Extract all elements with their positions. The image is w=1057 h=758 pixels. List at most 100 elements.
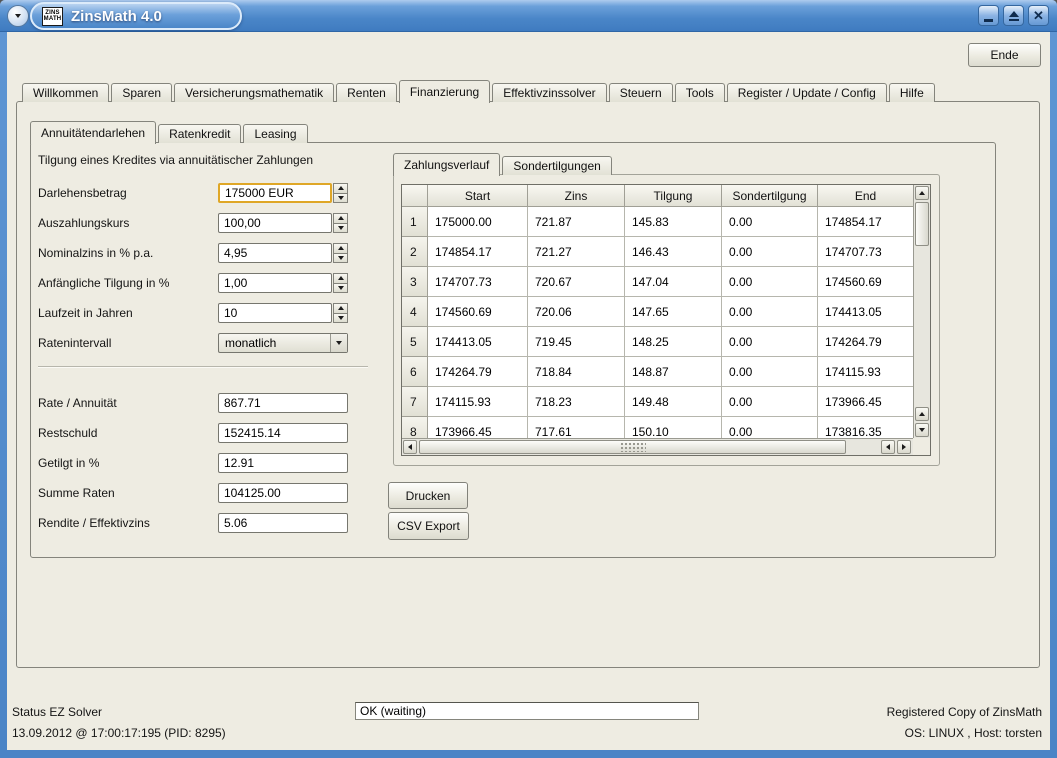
tab-register-update-config[interactable]: Register / Update / Config <box>727 83 887 102</box>
spin-up-button[interactable] <box>333 243 348 254</box>
tab-ratenkredit[interactable]: Ratenkredit <box>158 124 241 143</box>
row-number[interactable]: 5 <box>402 327 428 357</box>
cell-tilgung[interactable]: 148.87 <box>625 357 722 387</box>
header-start[interactable]: Start <box>428 185 528 207</box>
row-number[interactable]: 3 <box>402 267 428 297</box>
spin-down-button[interactable] <box>333 284 348 294</box>
rendite-field[interactable]: 5.06 <box>218 513 348 533</box>
anfaengliche-tilgung-input[interactable]: 1,00 <box>218 273 332 293</box>
minimize-button[interactable] <box>978 5 999 26</box>
spin-down-button[interactable] <box>333 254 348 264</box>
cell-end[interactable]: 174413.05 <box>818 297 913 327</box>
scroll-left-button[interactable] <box>403 440 417 454</box>
spin-up-button[interactable] <box>333 183 348 194</box>
scroll-down-button[interactable] <box>915 423 929 437</box>
cell-start[interactable]: 174560.69 <box>428 297 528 327</box>
tab-versicherungsmathematik[interactable]: Versicherungsmathematik <box>174 83 334 102</box>
scroll-up-button-2[interactable] <box>915 407 929 421</box>
tab-steuern[interactable]: Steuern <box>609 83 673 102</box>
horizontal-scrollbar[interactable] <box>402 438 913 455</box>
cell-end[interactable]: 174854.17 <box>818 207 913 237</box>
cell-start[interactable]: 174115.93 <box>428 387 528 417</box>
vertical-scroll-thumb[interactable] <box>915 202 929 246</box>
cell-sondertilgung[interactable]: 0.00 <box>722 207 818 237</box>
cell-tilgung[interactable]: 148.25 <box>625 327 722 357</box>
scroll-up-button[interactable] <box>915 186 929 200</box>
drucken-button[interactable]: Drucken <box>388 482 468 509</box>
cell-start[interactable]: 174707.73 <box>428 267 528 297</box>
row-number[interactable]: 8 <box>402 417 428 438</box>
cell-sondertilgung[interactable]: 0.00 <box>722 297 818 327</box>
close-button[interactable]: ✕ <box>1028 5 1049 26</box>
vertical-scrollbar[interactable] <box>913 185 930 438</box>
cell-sondertilgung[interactable]: 0.00 <box>722 417 818 438</box>
tab-leasing[interactable]: Leasing <box>243 124 307 143</box>
ende-button[interactable]: Ende <box>968 43 1041 67</box>
spin-up-button[interactable] <box>333 303 348 314</box>
row-number[interactable]: 1 <box>402 207 428 237</box>
tab-sparen[interactable]: Sparen <box>111 83 172 102</box>
cell-sondertilgung[interactable]: 0.00 <box>722 327 818 357</box>
row-number[interactable]: 2 <box>402 237 428 267</box>
cell-tilgung[interactable]: 147.04 <box>625 267 722 297</box>
cell-sondertilgung[interactable]: 0.00 <box>722 267 818 297</box>
nominalzins-input[interactable]: 4,95 <box>218 243 332 263</box>
cell-tilgung[interactable]: 150.10 <box>625 417 722 438</box>
maximize-button[interactable] <box>1003 5 1024 26</box>
cell-sondertilgung[interactable]: 0.00 <box>722 357 818 387</box>
tab-tools[interactable]: Tools <box>675 83 725 102</box>
cell-tilgung[interactable]: 146.43 <box>625 237 722 267</box>
scroll-right-button[interactable] <box>897 440 911 454</box>
tab-annuitaetendarlehen[interactable]: Annuitätendarlehen <box>30 121 156 144</box>
cell-sondertilgung[interactable]: 0.00 <box>722 387 818 417</box>
row-number[interactable]: 4 <box>402 297 428 327</box>
cell-zins[interactable]: 721.87 <box>528 207 625 237</box>
row-number[interactable]: 6 <box>402 357 428 387</box>
row-number[interactable]: 7 <box>402 387 428 417</box>
cell-tilgung[interactable]: 149.48 <box>625 387 722 417</box>
cell-tilgung[interactable]: 145.83 <box>625 207 722 237</box>
horizontal-scroll-thumb[interactable] <box>419 440 846 454</box>
spin-up-button[interactable] <box>333 213 348 224</box>
cell-zins[interactable]: 717.61 <box>528 417 625 438</box>
cell-zins[interactable]: 720.67 <box>528 267 625 297</box>
spin-up-button[interactable] <box>333 273 348 284</box>
cell-zins[interactable]: 718.23 <box>528 387 625 417</box>
cell-end[interactable]: 174115.93 <box>818 357 913 387</box>
spin-down-button[interactable] <box>333 224 348 234</box>
darlehensbetrag-input[interactable]: 175000 EUR <box>218 183 332 203</box>
cell-end[interactable]: 174707.73 <box>818 237 913 267</box>
cell-start[interactable]: 174264.79 <box>428 357 528 387</box>
cell-zins[interactable]: 719.45 <box>528 327 625 357</box>
cell-tilgung[interactable]: 147.65 <box>625 297 722 327</box>
cell-end[interactable]: 174560.69 <box>818 267 913 297</box>
header-tilgung[interactable]: Tilgung <box>625 185 722 207</box>
laufzeit-input[interactable]: 10 <box>218 303 332 323</box>
rate-annuitaet-field[interactable]: 867.71 <box>218 393 348 413</box>
csv-export-button[interactable]: CSV Export <box>388 512 469 540</box>
combo-arrow-button[interactable] <box>330 334 347 352</box>
tab-willkommen[interactable]: Willkommen <box>22 83 109 102</box>
cell-end[interactable]: 174264.79 <box>818 327 913 357</box>
spin-down-button[interactable] <box>333 194 348 204</box>
tab-hilfe[interactable]: Hilfe <box>889 83 935 102</box>
tab-zahlungsverlauf[interactable]: Zahlungsverlauf <box>393 153 500 176</box>
scroll-left-button-2[interactable] <box>881 440 895 454</box>
cell-zins[interactable]: 718.84 <box>528 357 625 387</box>
ratenintervall-select[interactable]: monatlich <box>218 333 348 353</box>
titlebar[interactable]: ZINS MATH ZinsMath 4.0 ✕ <box>0 0 1057 32</box>
cell-start[interactable]: 175000.00 <box>428 207 528 237</box>
tab-sondertilgungen[interactable]: Sondertilgungen <box>502 156 611 175</box>
restschuld-field[interactable]: 152415.14 <box>218 423 348 443</box>
window-menu-button[interactable] <box>7 5 29 27</box>
auszahlungskurs-input[interactable]: 100,00 <box>218 213 332 233</box>
status-output-field[interactable]: OK (waiting) <box>355 702 699 720</box>
tab-finanzierung[interactable]: Finanzierung <box>399 80 490 103</box>
getilgt-field[interactable]: 12.91 <box>218 453 348 473</box>
cell-start[interactable]: 174413.05 <box>428 327 528 357</box>
header-end[interactable]: End <box>818 185 913 207</box>
tab-effektivzinssolver[interactable]: Effektivzinssolver <box>492 83 606 102</box>
cell-zins[interactable]: 721.27 <box>528 237 625 267</box>
header-sondertilgung[interactable]: Sondertilgung <box>722 185 818 207</box>
cell-start[interactable]: 174854.17 <box>428 237 528 267</box>
